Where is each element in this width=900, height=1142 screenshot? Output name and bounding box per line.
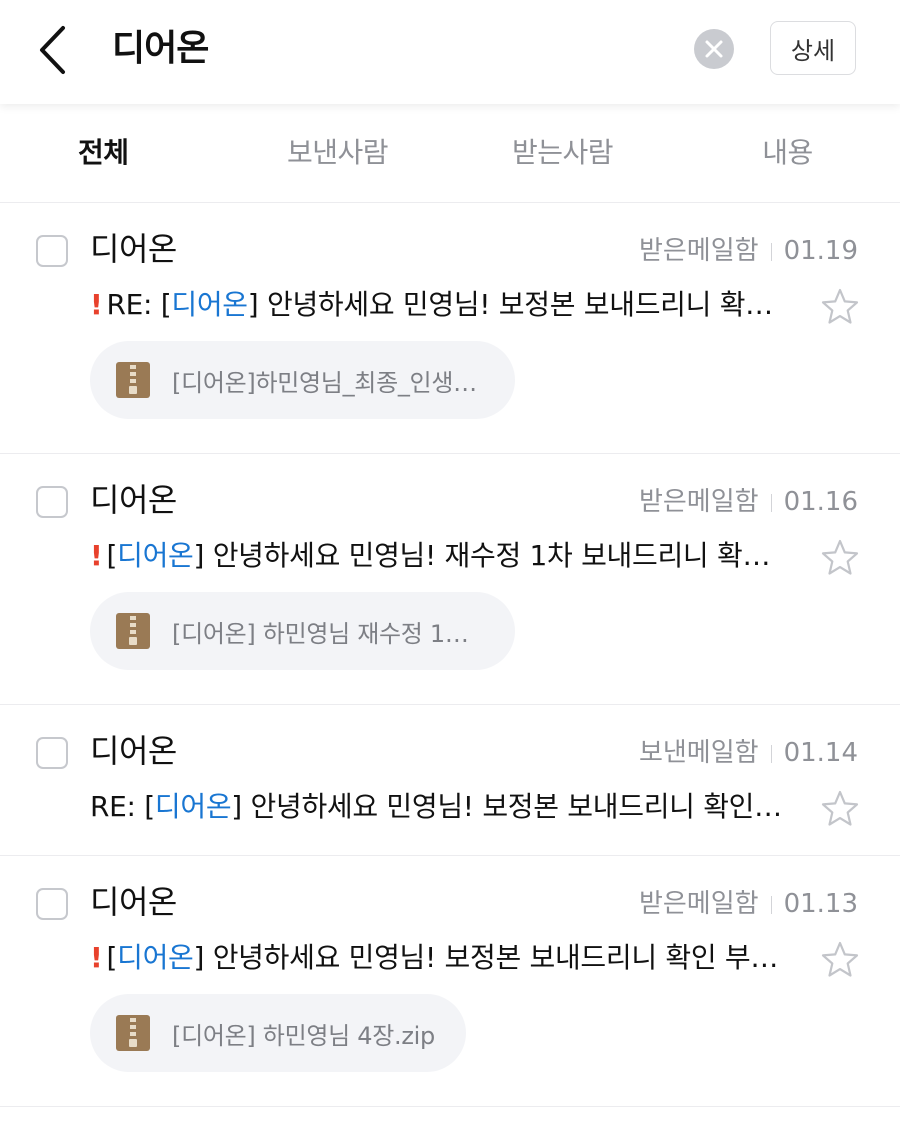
attachment-filename: [디어온] 하민영님 4장.zip (172, 1021, 435, 1050)
star-outline-icon (821, 539, 859, 575)
subject-highlight: 디어온 (154, 790, 232, 823)
subject-rest: ] 안녕하세요 민영님! 보정본 보내드리니 확인 부탁드립니다 (247, 288, 790, 321)
mail-list-item[interactable]: 디어온 받은메일함 01.19 ! RE: [디어온] 안녕하세요 민영님! 보정본… (0, 203, 900, 454)
mail-select-checkbox[interactable] (36, 486, 68, 518)
mail-sender: 디어온 (90, 732, 177, 770)
mail-date: 01.19 (783, 236, 858, 266)
zip-file-icon (116, 613, 150, 649)
star-outline-icon (821, 941, 859, 977)
tab-all[interactable]: 전체 (0, 104, 225, 202)
meta-divider (770, 242, 772, 261)
subject-prefix: RE: [ (90, 790, 155, 823)
mail-meta: 받은메일함 01.13 (639, 888, 858, 920)
attachment-chip[interactable]: [디어온]하민영님_최종_인생네컷.zip (90, 341, 515, 419)
mail-sender: 디어온 (90, 883, 177, 921)
mail-list: 디어온 받은메일함 01.19 ! RE: [디어온] 안녕하세요 민영님! 보정본… (0, 203, 900, 1107)
mail-date: 01.13 (783, 889, 858, 919)
search-scope-tabs: 전체 보낸사람 받는사람 내용 (0, 104, 900, 203)
back-button[interactable] (30, 22, 80, 78)
subject-highlight: 디어온 (117, 539, 194, 572)
subject-rest: ] 안녕하세요 민영님! 재수정 1차 보내드리니 확인 부탁드립니다 (193, 539, 791, 572)
subject-prefix: [ (106, 941, 118, 974)
mail-subject[interactable]: RE: [디어온] 안녕하세요 민영님! 보정본 보내드리니 확인 부탁드립니다 (90, 785, 790, 829)
mail-subject[interactable]: ![디어온] 안녕하세요 민영님! 보정본 보내드리니 확인 부탁드립니다 (90, 936, 790, 980)
clear-icon (705, 40, 723, 58)
mail-meta: 보낸메일함 01.14 (639, 737, 858, 769)
mail-mailbox: 받은메일함 (638, 487, 759, 517)
zip-file-icon (116, 1015, 150, 1051)
subject-highlight: 디어온 (171, 288, 248, 321)
clear-search-button[interactable] (694, 29, 734, 69)
attachment-chip[interactable]: [디어온] 하민영님 재수정 1차.zip (90, 592, 515, 670)
meta-divider (770, 493, 772, 512)
tab-content[interactable]: 내용 (675, 104, 900, 202)
zip-file-icon (116, 362, 150, 398)
meta-divider (770, 895, 772, 914)
search-query-title: 디어온 (112, 28, 209, 69)
mail-mailbox: 받은메일함 (638, 236, 759, 266)
mail-list-item[interactable]: 디어온 받은메일함 01.16 ! [디어온] 안녕하세요 민영님! 재수정 1차 … (0, 454, 900, 705)
subject-highlight: 디어온 (117, 941, 194, 974)
mail-date: 01.16 (783, 487, 858, 517)
star-outline-icon (821, 288, 859, 324)
top-app-bar: 디어온 상세 (0, 0, 900, 104)
mail-mailbox: 보낸메일함 (638, 738, 759, 768)
attachment-filename: [디어온] 하민영님 재수정 1차.zip (172, 619, 485, 648)
tab-recipient[interactable]: 받는사람 (450, 104, 675, 202)
attachment-chip[interactable]: [디어온] 하민영님 4장.zip (90, 994, 466, 1072)
importance-mark: ! (90, 941, 103, 974)
star-button[interactable] (820, 538, 860, 578)
mail-list-item[interactable]: 디어온 받은메일함 01.13 ! [디어온] 안녕하세요 민영님! 보정본 보내드… (0, 856, 900, 1107)
tab-sender[interactable]: 보낸사람 (225, 104, 450, 202)
importance-mark: ! (90, 539, 103, 572)
attachment-filename: [디어온]하민영님_최종_인생네컷.zip (172, 368, 485, 397)
star-outline-icon (821, 790, 859, 826)
chevron-left-icon (40, 26, 65, 74)
mail-sender: 디어온 (90, 481, 177, 519)
detail-search-button[interactable]: 상세 (770, 21, 856, 75)
mail-list-item[interactable]: 디어온 보낸메일함 01.14 RE: [디어온] 안녕하세요 민영님! 보정본 … (0, 705, 900, 856)
mail-date: 01.14 (783, 738, 858, 768)
subject-rest: ] 안녕하세요 민영님! 보정본 보내드리니 확인 부탁드립니다 (193, 941, 791, 974)
star-button[interactable] (820, 940, 860, 980)
mail-select-checkbox[interactable] (36, 888, 68, 920)
mail-meta: 받은메일함 01.19 (639, 235, 858, 267)
importance-mark: ! (90, 288, 103, 321)
star-button[interactable] (820, 789, 860, 829)
mail-sender: 디어온 (90, 230, 177, 268)
mail-select-checkbox[interactable] (36, 737, 68, 769)
mail-meta: 받은메일함 01.16 (639, 486, 858, 518)
subject-rest: ] 안녕하세요 민영님! 보정본 보내드리니 확인 부탁드립니다 (231, 790, 790, 823)
mail-mailbox: 받은메일함 (638, 889, 759, 919)
meta-divider (770, 744, 772, 763)
mail-select-checkbox[interactable] (36, 235, 68, 267)
mail-subject[interactable]: ![디어온] 안녕하세요 민영님! 재수정 1차 보내드리니 확인 부탁드립니다 (90, 534, 790, 578)
subject-prefix: RE: [ (106, 288, 172, 321)
star-button[interactable] (820, 287, 860, 327)
mail-subject[interactable]: !RE: [디어온] 안녕하세요 민영님! 보정본 보내드리니 확인 부탁드립니… (90, 283, 790, 327)
subject-prefix: [ (106, 539, 118, 572)
